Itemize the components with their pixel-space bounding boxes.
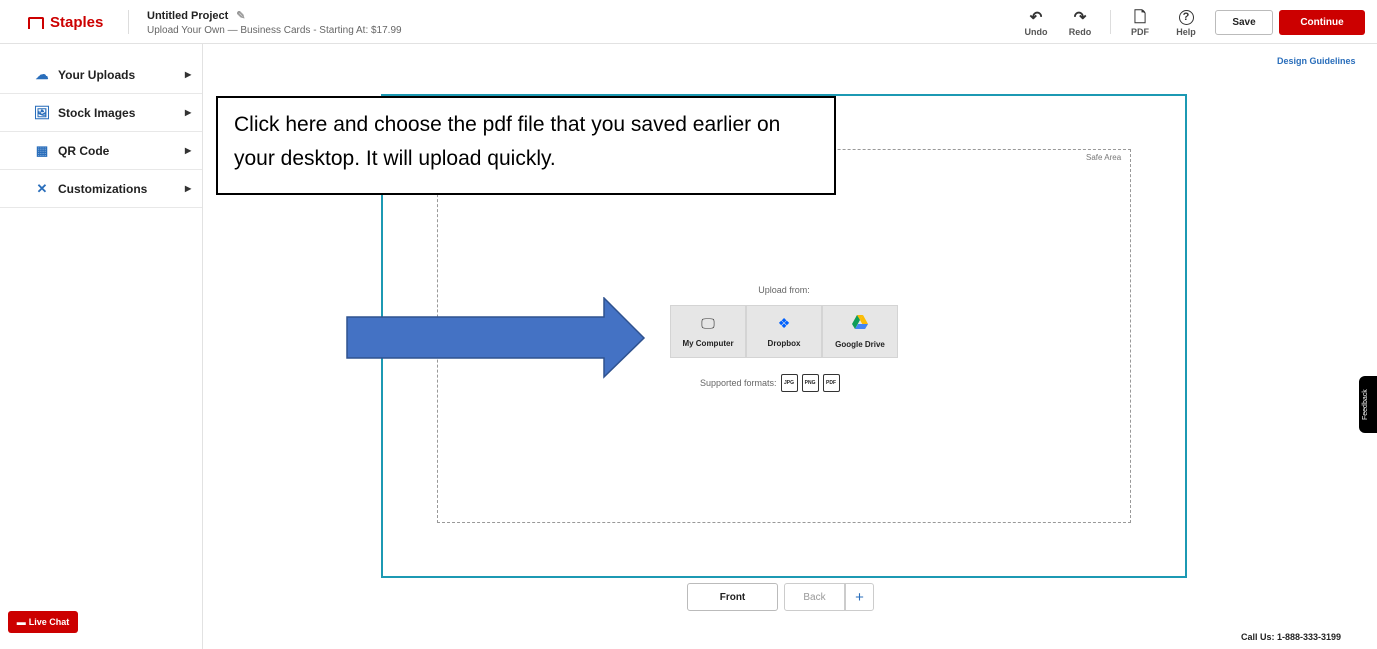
caret-right-icon: ▶ — [185, 184, 192, 193]
dropbox-icon: ❖ — [777, 314, 791, 331]
help-label: Help — [1176, 27, 1196, 37]
feedback-tab[interactable]: Feedback — [1359, 376, 1377, 433]
top-header: Staples Untitled Project ✎ Upload Your O… — [0, 0, 1377, 44]
tools-icon: ✕ — [36, 180, 48, 196]
chat-bubble-icon: ▬ — [16, 617, 26, 627]
add-side-button[interactable]: + — [845, 583, 874, 611]
pdf-icon: 🗋 — [1133, 9, 1147, 26]
sidebar-item-customizations[interactable]: ✕ Customizations ▶ — [0, 170, 202, 208]
redo-icon: ↷ — [1073, 9, 1087, 26]
redo-button[interactable]: ↷ Redo — [1060, 10, 1100, 37]
monitor-icon: 🖵 — [701, 314, 715, 331]
tab-back[interactable]: Back — [784, 583, 845, 611]
live-chat-label: Live Chat — [28, 617, 70, 627]
instruction-callout: Click here and choose the pdf file that … — [216, 96, 836, 195]
sidebar-item-label: Stock Images — [58, 105, 136, 120]
live-chat-button[interactable]: ▬ Live Chat — [8, 611, 78, 633]
sidebar-item-label: Your Uploads — [58, 67, 136, 82]
upload-option-label: Dropbox — [767, 338, 801, 348]
pencil-icon[interactable]: ✎ — [236, 9, 245, 22]
project-subtitle: Upload Your Own — Business Cards - Start… — [147, 25, 402, 36]
left-sidebar: ☁ Your Uploads ▶ 🖼 Stock Images ▶ ▦ QR C… — [0, 44, 203, 649]
caret-right-icon: ▶ — [185, 146, 192, 155]
design-editor: Staples Untitled Project ✎ Upload Your O… — [0, 0, 1377, 649]
brand-name: Staples — [50, 14, 104, 31]
design-guidelines-link[interactable]: Design Guidelines — [1277, 56, 1356, 66]
save-button[interactable]: Save — [1215, 10, 1273, 35]
staples-logo[interactable]: Staples — [28, 14, 103, 31]
pdf-button[interactable]: 🗋 PDF — [1120, 10, 1160, 37]
project-info: Untitled Project ✎ Upload Your Own — Bus… — [147, 9, 402, 37]
jpg-format-icon: JPG — [780, 374, 798, 392]
upload-my-computer-button[interactable]: 🖵 My Computer — [670, 305, 746, 358]
supported-formats-label: Supported formats: — [700, 378, 777, 388]
project-title[interactable]: Untitled Project — [147, 10, 228, 22]
upload-option-label: Google Drive — [835, 339, 885, 349]
redo-label: Redo — [1068, 27, 1092, 37]
call-us-text: Call Us: 1-888-333-3199 — [1241, 632, 1342, 642]
undo-icon: ↶ — [1029, 9, 1043, 26]
right-arrow-icon — [346, 297, 646, 379]
continue-button[interactable]: Continue — [1279, 10, 1365, 35]
undo-label: Undo — [1024, 27, 1048, 37]
cloud-upload-icon: ☁ — [35, 66, 49, 82]
sidebar-item-stock-images[interactable]: 🖼 Stock Images ▶ — [0, 94, 202, 132]
help-icon: ? — [1178, 10, 1194, 25]
upload-dropbox-button[interactable]: ❖ Dropbox — [746, 305, 822, 358]
upload-google-drive-button[interactable]: Google Drive — [822, 305, 898, 358]
png-format-icon: PNG — [801, 374, 819, 392]
header-divider — [128, 10, 129, 34]
sidebar-item-your-uploads[interactable]: ☁ Your Uploads ▶ — [0, 56, 202, 94]
supported-formats: Supported formats: JPG PNG PDF — [700, 374, 880, 392]
qr-code-icon: ▦ — [35, 142, 49, 158]
pdf-format-icon: PDF — [822, 374, 840, 392]
sidebar-item-label: Customizations — [58, 181, 148, 196]
upload-option-label: My Computer — [682, 338, 734, 348]
image-search-icon: 🖼 — [33, 104, 51, 120]
upload-from-label: Upload from: — [758, 285, 810, 295]
undo-button[interactable]: ↶ Undo — [1016, 10, 1056, 37]
sidebar-item-label: QR Code — [58, 143, 110, 158]
safe-area-label: Safe Area — [1086, 153, 1122, 162]
staples-logo-icon — [28, 16, 44, 29]
caret-right-icon: ▶ — [185, 70, 192, 79]
caret-right-icon: ▶ — [185, 108, 192, 117]
tab-front[interactable]: Front — [687, 583, 778, 611]
sidebar-item-qr-code[interactable]: ▦ QR Code ▶ — [0, 132, 202, 170]
toolbar-divider — [1110, 10, 1111, 34]
google-drive-icon — [852, 314, 868, 331]
help-button[interactable]: ? Help — [1166, 10, 1206, 37]
pdf-label: PDF — [1131, 27, 1149, 37]
feedback-label: Feedback — [1362, 389, 1369, 420]
